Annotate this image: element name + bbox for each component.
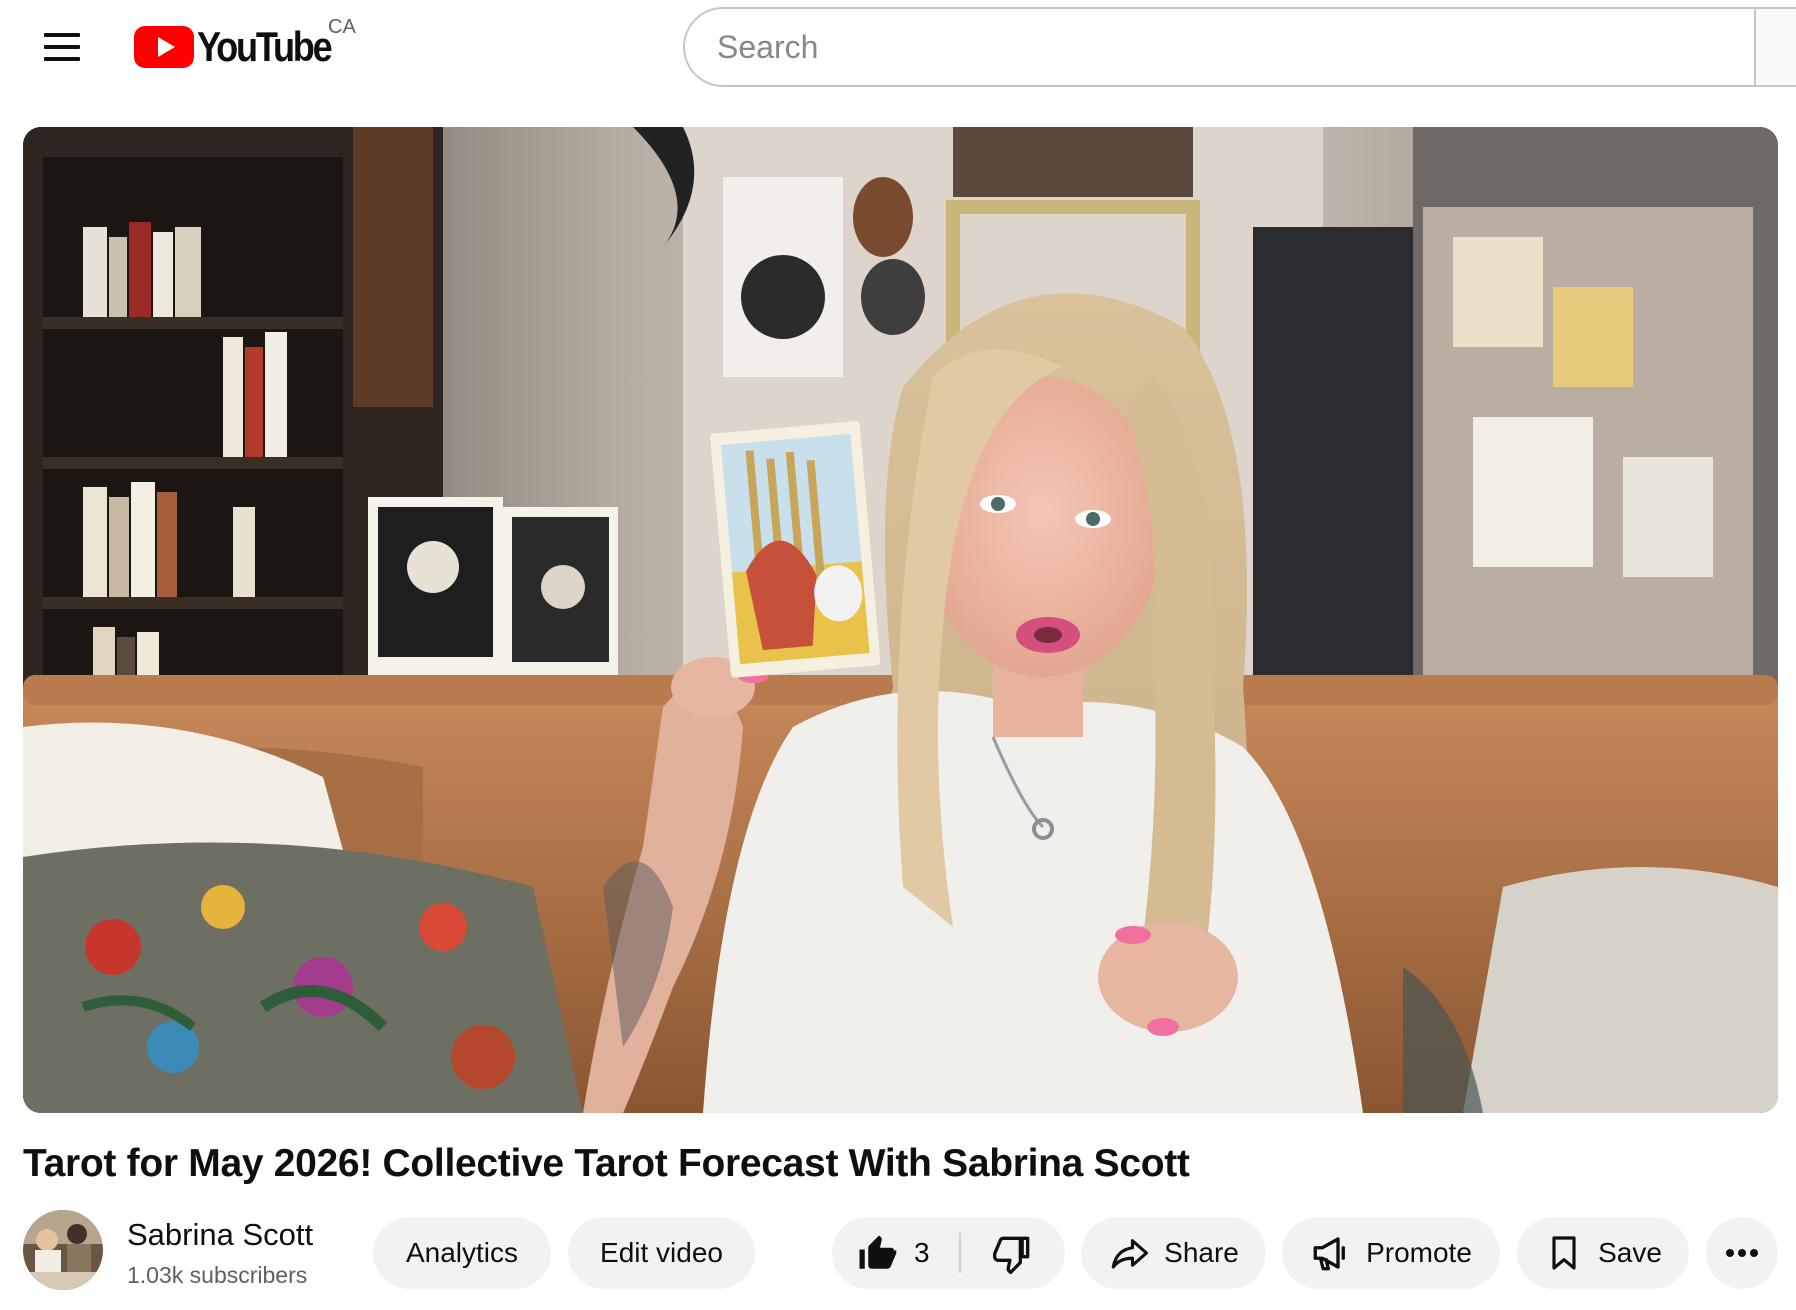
- avatar-image: [23, 1210, 103, 1290]
- like-button[interactable]: 3: [832, 1217, 959, 1289]
- menu-bar: [44, 45, 80, 49]
- save-button[interactable]: Save: [1517, 1217, 1689, 1289]
- country-code: CA: [328, 16, 356, 38]
- video-title: Tarot for May 2026! Collective Tarot For…: [23, 1142, 1190, 1185]
- megaphone-icon: [1313, 1237, 1345, 1271]
- youtube-logo[interactable]: YouTube: [134, 22, 352, 72]
- hamburger-menu-icon[interactable]: [42, 28, 84, 66]
- bookmark-icon: [1552, 1236, 1576, 1270]
- search-box: [683, 7, 1763, 87]
- dislike-button[interactable]: [961, 1217, 1065, 1289]
- thumbs-down-icon: [993, 1236, 1030, 1275]
- share-arrow-icon: [1111, 1239, 1149, 1269]
- channel-name[interactable]: Sabrina Scott: [127, 1217, 313, 1253]
- more-actions-button[interactable]: [1706, 1217, 1778, 1289]
- like-count: 3: [914, 1237, 930, 1268]
- video-player[interactable]: [23, 127, 1778, 1113]
- share-label: Share: [1164, 1237, 1239, 1268]
- promote-label: Promote: [1366, 1237, 1472, 1268]
- channel-avatar[interactable]: [23, 1210, 103, 1290]
- thumbs-up-icon: [859, 1235, 897, 1269]
- menu-bar: [44, 33, 80, 37]
- subscriber-count: 1.03k subscribers: [127, 1262, 308, 1288]
- youtube-play-logo-icon: [134, 26, 194, 68]
- search-input[interactable]: [717, 28, 1763, 66]
- save-label: Save: [1598, 1237, 1662, 1268]
- edit-video-label: Edit video: [600, 1237, 723, 1268]
- held-tarot-card: [710, 421, 881, 678]
- edit-video-button[interactable]: Edit video: [568, 1217, 755, 1289]
- video-frame: [23, 127, 1778, 1113]
- analytics-label: Analytics: [405, 1237, 519, 1268]
- share-button[interactable]: Share: [1081, 1217, 1266, 1289]
- tarot-cards-background: [368, 497, 618, 692]
- floral-pillow: [23, 842, 583, 1113]
- logo-wordmark: YouTube: [197, 23, 333, 70]
- menu-bar: [44, 57, 80, 61]
- search-button[interactable]: [1756, 7, 1796, 87]
- analytics-button[interactable]: Analytics: [373, 1217, 551, 1289]
- promote-button[interactable]: Promote: [1282, 1217, 1500, 1289]
- more-horizontal-icon: [1726, 1249, 1758, 1257]
- like-dislike-group: 3: [832, 1217, 1065, 1289]
